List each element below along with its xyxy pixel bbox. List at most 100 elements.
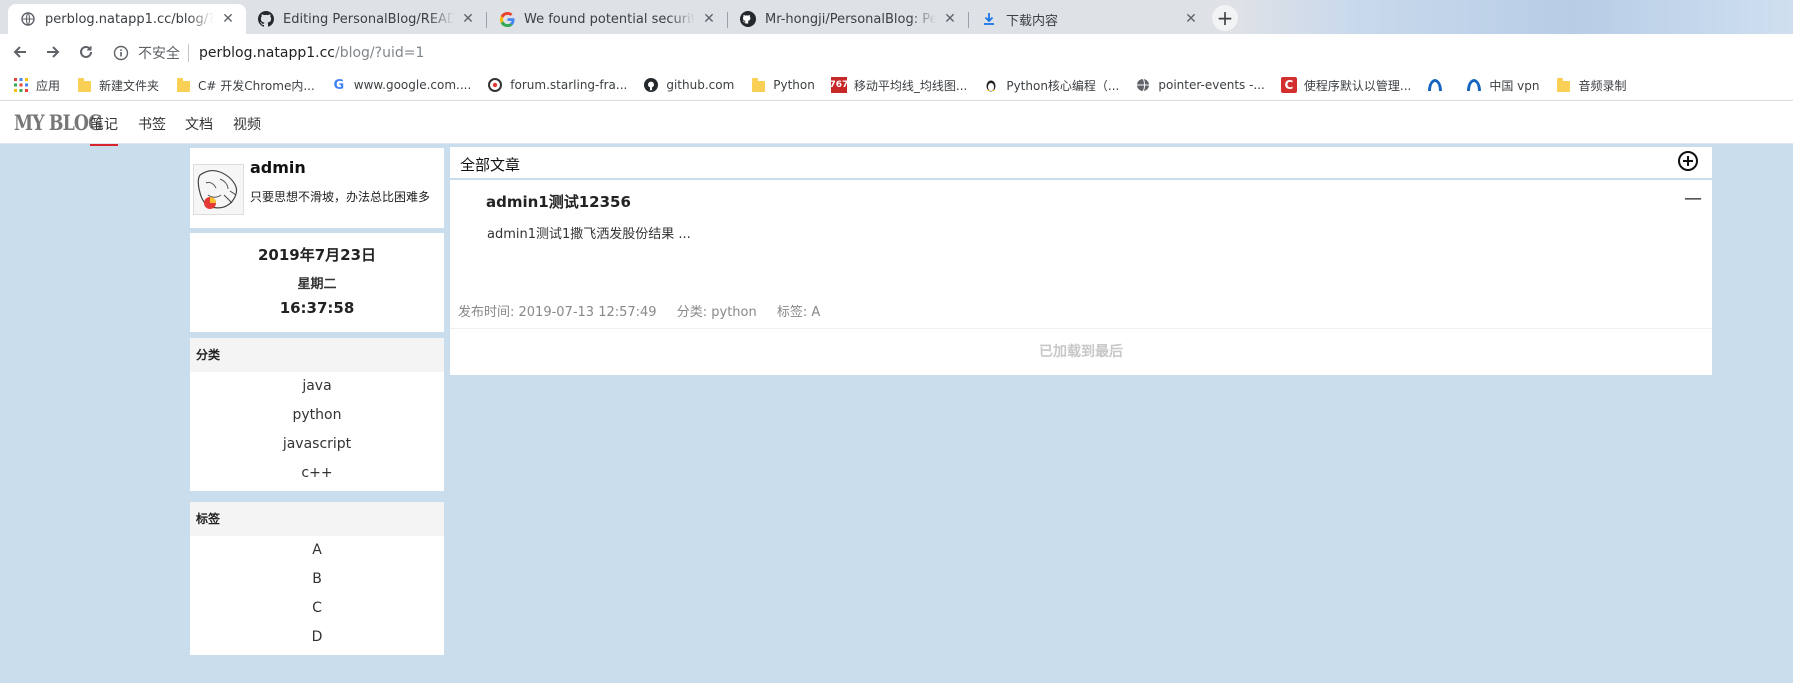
add-article-button[interactable] — [1678, 151, 1698, 171]
bookmark-audio-recording[interactable]: 音频录制 — [1555, 77, 1626, 94]
tab-title: Editing PersonalBlog/README — [283, 11, 454, 27]
tab-title: Mr-hongji/PersonalBlog: Perso — [765, 11, 936, 27]
close-icon[interactable]: ✕ — [460, 11, 476, 27]
tag-item-c[interactable]: C — [190, 594, 444, 623]
app-navbar: MY BLOG 笔记 书签 文档 视频 — [0, 101, 1793, 146]
category-item-java[interactable]: java — [190, 372, 444, 401]
current-time: 16:37:58 — [279, 299, 355, 317]
collapse-button[interactable]: — — [1684, 188, 1702, 209]
tab-repo[interactable]: Mr-hongji/PersonalBlog: Perso ✕ — [728, 4, 968, 34]
tag-item-d[interactable]: D — [190, 623, 444, 652]
tux-icon — [983, 77, 999, 93]
bookmark-label: 移动平均线_均线图... — [853, 78, 968, 93]
insecure-label[interactable]: 不安全 — [138, 43, 180, 63]
bookmark-china-vpn[interactable]: 中国 vpn — [1466, 77, 1539, 94]
bookmark-label: github.com — [666, 78, 735, 92]
tab-security[interactable]: We found potential security vu ✕ — [487, 4, 727, 34]
category-heading: 分类 — [190, 338, 444, 372]
bookmark-github[interactable]: github.com — [643, 77, 734, 93]
bookmark-label: www.google.com.... — [353, 78, 472, 92]
blue-arc-icon — [1427, 77, 1443, 93]
new-tab-button[interactable]: + — [1212, 5, 1238, 31]
browser-toolbar: 不安全 perblog.natapp1.cc/blog/?uid=1 — [0, 34, 1793, 70]
nav-videos[interactable]: 视频 — [233, 114, 261, 134]
close-icon[interactable]: ✕ — [220, 11, 236, 27]
article-category: 分类: python — [676, 305, 757, 320]
article-tag: 标签: A — [776, 305, 821, 320]
bookmark-admin-default[interactable]: C 使程序默认以管理... — [1280, 77, 1412, 94]
reload-button[interactable] — [74, 40, 98, 64]
nav-notes[interactable]: 笔记 — [90, 114, 118, 146]
download-icon — [981, 11, 997, 27]
folder-icon — [175, 77, 191, 93]
bookmark-label: pointer-events -... — [1158, 78, 1265, 92]
url-host: perblog.natapp1.cc — [199, 44, 335, 61]
folder-icon — [76, 77, 92, 93]
tag-panel: 标签 A B C D — [190, 502, 444, 655]
bookmark-pointer-events[interactable]: pointer-events -... — [1135, 77, 1265, 93]
bookmark-label: Python核心编程（... — [1006, 78, 1120, 93]
arrow-right-icon — [47, 46, 60, 58]
starling-icon — [487, 77, 503, 93]
avatar[interactable] — [193, 164, 244, 215]
date-card: 2019年7月23日 星期二 16:37:58 — [190, 233, 444, 332]
category-item-cpp[interactable]: c++ — [190, 459, 444, 488]
current-date: 2019年7月23日 — [257, 246, 377, 264]
bookmark-label: 中国 vpn — [1489, 78, 1540, 93]
tab-title: perblog.natapp1.cc/blog/?uid — [45, 11, 214, 27]
tab-strip: perblog.natapp1.cc/blog/?uid ✕ Editing P… — [0, 0, 1793, 34]
close-icon[interactable]: ✕ — [942, 11, 958, 27]
bookmark-google[interactable]: G www.google.com.... — [331, 77, 472, 93]
nav-docs[interactable]: 文档 — [185, 114, 213, 134]
close-icon[interactable]: ✕ — [701, 11, 717, 27]
tab-editing-readme[interactable]: Editing PersonalBlog/README ✕ — [246, 4, 486, 34]
info-icon[interactable] — [112, 44, 130, 62]
tab-perblog[interactable]: perblog.natapp1.cc/blog/?uid ✕ — [8, 4, 246, 34]
bookmark-python-core[interactable]: Python核心编程（... — [983, 77, 1119, 94]
tag-item-a[interactable]: A — [190, 536, 444, 565]
bookmark-label: 应用 — [36, 78, 61, 93]
bookmark-label: Python — [773, 78, 815, 92]
globe-icon — [20, 11, 36, 27]
bookmark-label: 使程序默认以管理... — [1303, 78, 1412, 93]
omnibox-divider — [188, 43, 189, 62]
address-bar[interactable]: 不安全 perblog.natapp1.cc/blog/?uid=1 — [112, 40, 1793, 65]
google-icon: G — [333, 77, 345, 93]
tab-title: We found potential security vu — [524, 11, 695, 27]
back-button[interactable] — [8, 40, 32, 64]
tab-downloads[interactable]: 下载内容 ✕ — [969, 4, 1209, 34]
github-icon — [643, 77, 659, 93]
category-item-javascript[interactable]: javascript — [190, 430, 444, 459]
folder-icon — [750, 77, 766, 93]
forward-button[interactable] — [41, 40, 65, 64]
bookmark-starling-forum[interactable]: forum.starling-fra... — [487, 77, 627, 93]
folder-icon — [1555, 77, 1571, 93]
arrow-left-icon — [13, 46, 26, 58]
github-icon — [740, 11, 756, 27]
category-panel: 分类 java python javascript c++ — [190, 338, 444, 491]
article-item: admin1测试12356 — admin1测试1撒飞洒发股份结果 ... 发布… — [450, 180, 1712, 329]
article-title[interactable]: admin1测试12356 — [486, 191, 631, 212]
current-weekday: 星期二 — [297, 277, 337, 292]
articles-header: 全部文章 — [450, 147, 1712, 179]
bookmark-moving-average[interactable]: 767 移动平均线_均线图... — [829, 77, 968, 94]
bookmark-unnamed[interactable] — [1427, 77, 1450, 93]
bookmark-new-folder[interactable]: 新建文件夹 — [76, 77, 159, 94]
article-meta: 发布时间: 2019-07-13 12:57:49 分类: python 标签:… — [458, 301, 836, 320]
bookmark-apps[interactable]: 应用 — [13, 77, 60, 94]
bookmark-csharp-chrome[interactable]: C# 开发Chrome内... — [175, 77, 315, 94]
globe-icon — [1135, 77, 1151, 93]
google-icon — [499, 11, 515, 27]
bookmark-python-folder[interactable]: Python — [750, 77, 815, 93]
site-logo[interactable]: MY BLOG — [14, 110, 103, 135]
bookmarks-bar: 应用 新建文件夹 C# 开发Chrome内... G www.google.co… — [0, 70, 1793, 101]
nav-bookmarks[interactable]: 书签 — [138, 114, 166, 134]
profile-name: admin — [250, 158, 306, 177]
reload-icon — [80, 45, 92, 58]
close-icon[interactable]: ✕ — [1183, 11, 1199, 27]
profile-card: admin 只要思想不滑坡，办法总比困难多 — [190, 148, 444, 228]
tag-item-b[interactable]: B — [190, 565, 444, 594]
category-item-python[interactable]: python — [190, 401, 444, 430]
profile-motto: 只要思想不滑坡，办法总比困难多 — [250, 190, 431, 204]
theme-background — [1240, 0, 1793, 34]
